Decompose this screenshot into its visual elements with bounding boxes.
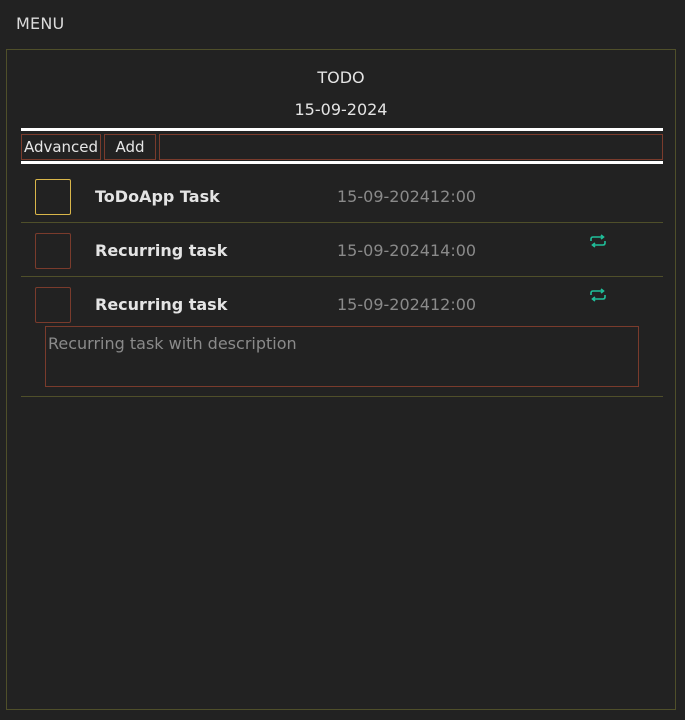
task-name[interactable]: ToDoApp Task (95, 187, 220, 206)
menu-button[interactable]: MENU (16, 14, 64, 33)
todo-panel: TODO 15-09-2024 Advanced Add ToDoApp Tas… (6, 49, 676, 710)
repeat-icon (590, 288, 606, 302)
task-time: 14:00 (430, 241, 477, 260)
task-name[interactable]: Recurring task (95, 241, 227, 260)
toolbar: Advanced Add (21, 128, 663, 164)
task-checkbox[interactable] (35, 287, 71, 323)
current-date: 15-09-2024 (294, 100, 388, 119)
task-checkbox[interactable] (35, 233, 71, 269)
task-date: 15-09-2024 (337, 295, 430, 314)
advanced-button[interactable]: Advanced (21, 134, 101, 160)
page-title: TODO (317, 68, 365, 87)
task-description[interactable]: Recurring task with description (45, 326, 639, 387)
task-row[interactable]: ToDoApp Task 15-09-2024 12:00 (21, 169, 663, 223)
task-time: 12:00 (430, 295, 477, 314)
task-time: 12:00 (430, 187, 477, 206)
new-task-input[interactable] (159, 134, 663, 160)
task-checkbox[interactable] (35, 179, 71, 215)
task-date: 15-09-2024 (337, 187, 430, 206)
task-row[interactable]: Recurring task 15-09-2024 14:00 (21, 223, 663, 277)
task-name[interactable]: Recurring task (95, 295, 227, 314)
task-date: 15-09-2024 (337, 241, 430, 260)
add-button[interactable]: Add (104, 134, 156, 160)
task-row[interactable]: Recurring task 15-09-2024 12:00 Recurrin… (21, 277, 663, 397)
repeat-icon (590, 234, 606, 248)
